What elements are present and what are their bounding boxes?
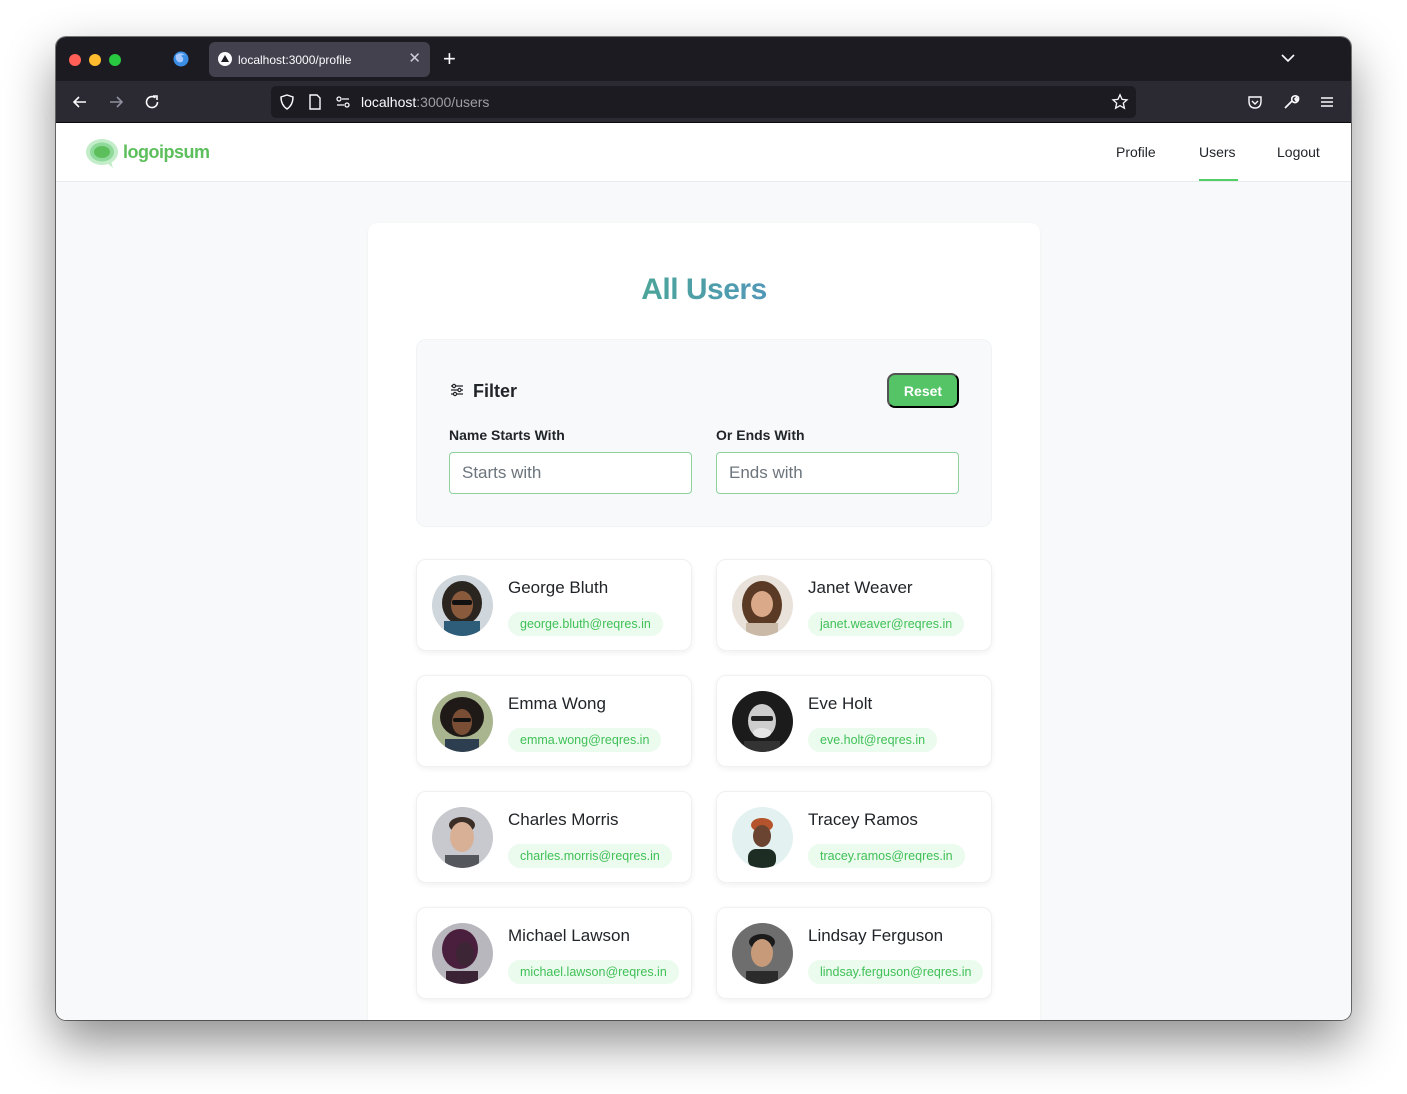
back-arrow-icon[interactable]	[71, 93, 89, 111]
firefox-view-icon[interactable]	[172, 50, 190, 68]
new-tab-icon[interactable]: +	[443, 47, 456, 71]
user-name: Tracey Ramos	[808, 810, 918, 829]
user-name: Emma Wong	[508, 694, 606, 713]
minimize-window-button[interactable]	[89, 54, 101, 66]
avatar	[732, 575, 793, 636]
shield-icon[interactable]	[278, 93, 296, 111]
avatar	[432, 923, 493, 984]
user-name: George Bluth	[508, 578, 609, 597]
user-card[interactable]: Janet Weaver janet.weaver@reqres.in	[716, 559, 992, 651]
starts-with-input[interactable]	[449, 452, 692, 494]
user-name: Eve Holt	[808, 694, 873, 713]
avatar	[432, 691, 493, 752]
avatar	[732, 807, 793, 868]
nav-link-users[interactable]: Users	[1199, 144, 1236, 160]
user-email-badge: lindsay.ferguson@reqres.in	[808, 960, 984, 984]
avatar	[432, 575, 493, 636]
adjustments-icon	[451, 383, 463, 397]
page-title: All Users	[368, 273, 1040, 307]
address-bar[interactable]: localhost:3000/users	[271, 86, 1136, 118]
user-email-badge: janet.weaver@reqres.in	[808, 612, 965, 636]
user-name: Charles Morris	[508, 810, 619, 829]
user-card[interactable]: Tracey Ramos tracey.ramos@reqres.in	[716, 791, 992, 883]
user-email-badge: michael.lawson@reqres.in	[508, 960, 679, 984]
logo-icon[interactable]	[85, 137, 121, 169]
forward-arrow-icon[interactable]	[107, 93, 125, 111]
user-name: Michael Lawson	[508, 926, 630, 945]
user-email-badge: charles.morris@reqres.in	[508, 844, 672, 868]
user-card[interactable]: Charles Morris charles.morris@reqres.in	[416, 791, 692, 883]
user-card[interactable]: Eve Holt eve.holt@reqres.in	[716, 675, 992, 767]
starts-with-label: Name Starts With	[449, 427, 565, 443]
permissions-icon[interactable]	[334, 93, 352, 111]
ends-with-label: Or Ends With	[716, 427, 805, 443]
user-email-badge: george.bluth@reqres.in	[508, 612, 663, 636]
filter-title: Filter	[473, 381, 518, 401]
avatar	[732, 691, 793, 752]
tab-strip: localhost:3000/profile ✕ +	[56, 37, 1351, 81]
users-card: All Users Filter Reset Name Starts With …	[368, 223, 1040, 1020]
close-window-button[interactable]	[69, 54, 81, 66]
browser-toolbar: localhost:3000/users	[56, 81, 1351, 123]
url-host: localhost	[361, 94, 417, 110]
web-page: logoipsum Profile Users Logout All Users…	[56, 123, 1351, 1020]
user-card[interactable]: George Bluth george.bluth@reqres.in	[416, 559, 692, 651]
nextjs-favicon-icon	[218, 52, 232, 66]
active-nav-indicator	[1199, 179, 1238, 181]
avatar	[432, 807, 493, 868]
pocket-icon[interactable]	[1246, 93, 1264, 111]
tab-title: localhost:3000/profile	[238, 53, 352, 67]
nav-link-profile[interactable]: Profile	[1116, 144, 1156, 160]
app-header: logoipsum Profile Users Logout	[56, 123, 1351, 182]
user-email-badge: tracey.ramos@reqres.in	[808, 844, 965, 868]
browser-window: localhost:3000/profile ✕ + localhost:300…	[56, 37, 1351, 1020]
maximize-window-button[interactable]	[109, 54, 121, 66]
menu-icon[interactable]	[1318, 93, 1336, 111]
user-name: Janet Weaver	[808, 578, 913, 597]
url-text[interactable]: localhost:3000/users	[361, 94, 489, 110]
user-card[interactable]: Lindsay Ferguson lindsay.ferguson@reqres…	[716, 907, 992, 999]
active-tab[interactable]: localhost:3000/profile ✕	[209, 42, 430, 77]
close-tab-icon[interactable]: ✕	[408, 50, 421, 68]
user-email-badge: emma.wong@reqres.in	[508, 728, 662, 752]
chevron-down-icon[interactable]	[1280, 50, 1296, 66]
user-card[interactable]: Emma Wong emma.wong@reqres.in	[416, 675, 692, 767]
bookmark-star-icon[interactable]	[1111, 93, 1129, 111]
reset-button[interactable]: Reset	[887, 373, 959, 408]
reload-icon[interactable]	[143, 93, 161, 111]
logo-text[interactable]: logoipsum	[123, 142, 210, 163]
avatar	[732, 923, 793, 984]
user-email-badge: eve.holt@reqres.in	[808, 728, 938, 752]
ends-with-input[interactable]	[716, 452, 959, 494]
filter-panel: Filter Reset Name Starts With Or Ends Wi…	[416, 339, 992, 527]
nav-link-logout[interactable]: Logout	[1277, 144, 1320, 160]
user-name: Lindsay Ferguson	[808, 926, 944, 945]
url-path: :3000/users	[416, 94, 490, 110]
user-card[interactable]: Michael Lawson michael.lawson@reqres.in	[416, 907, 692, 999]
wrench-icon[interactable]	[1282, 93, 1300, 111]
page-info-icon[interactable]	[306, 93, 324, 111]
